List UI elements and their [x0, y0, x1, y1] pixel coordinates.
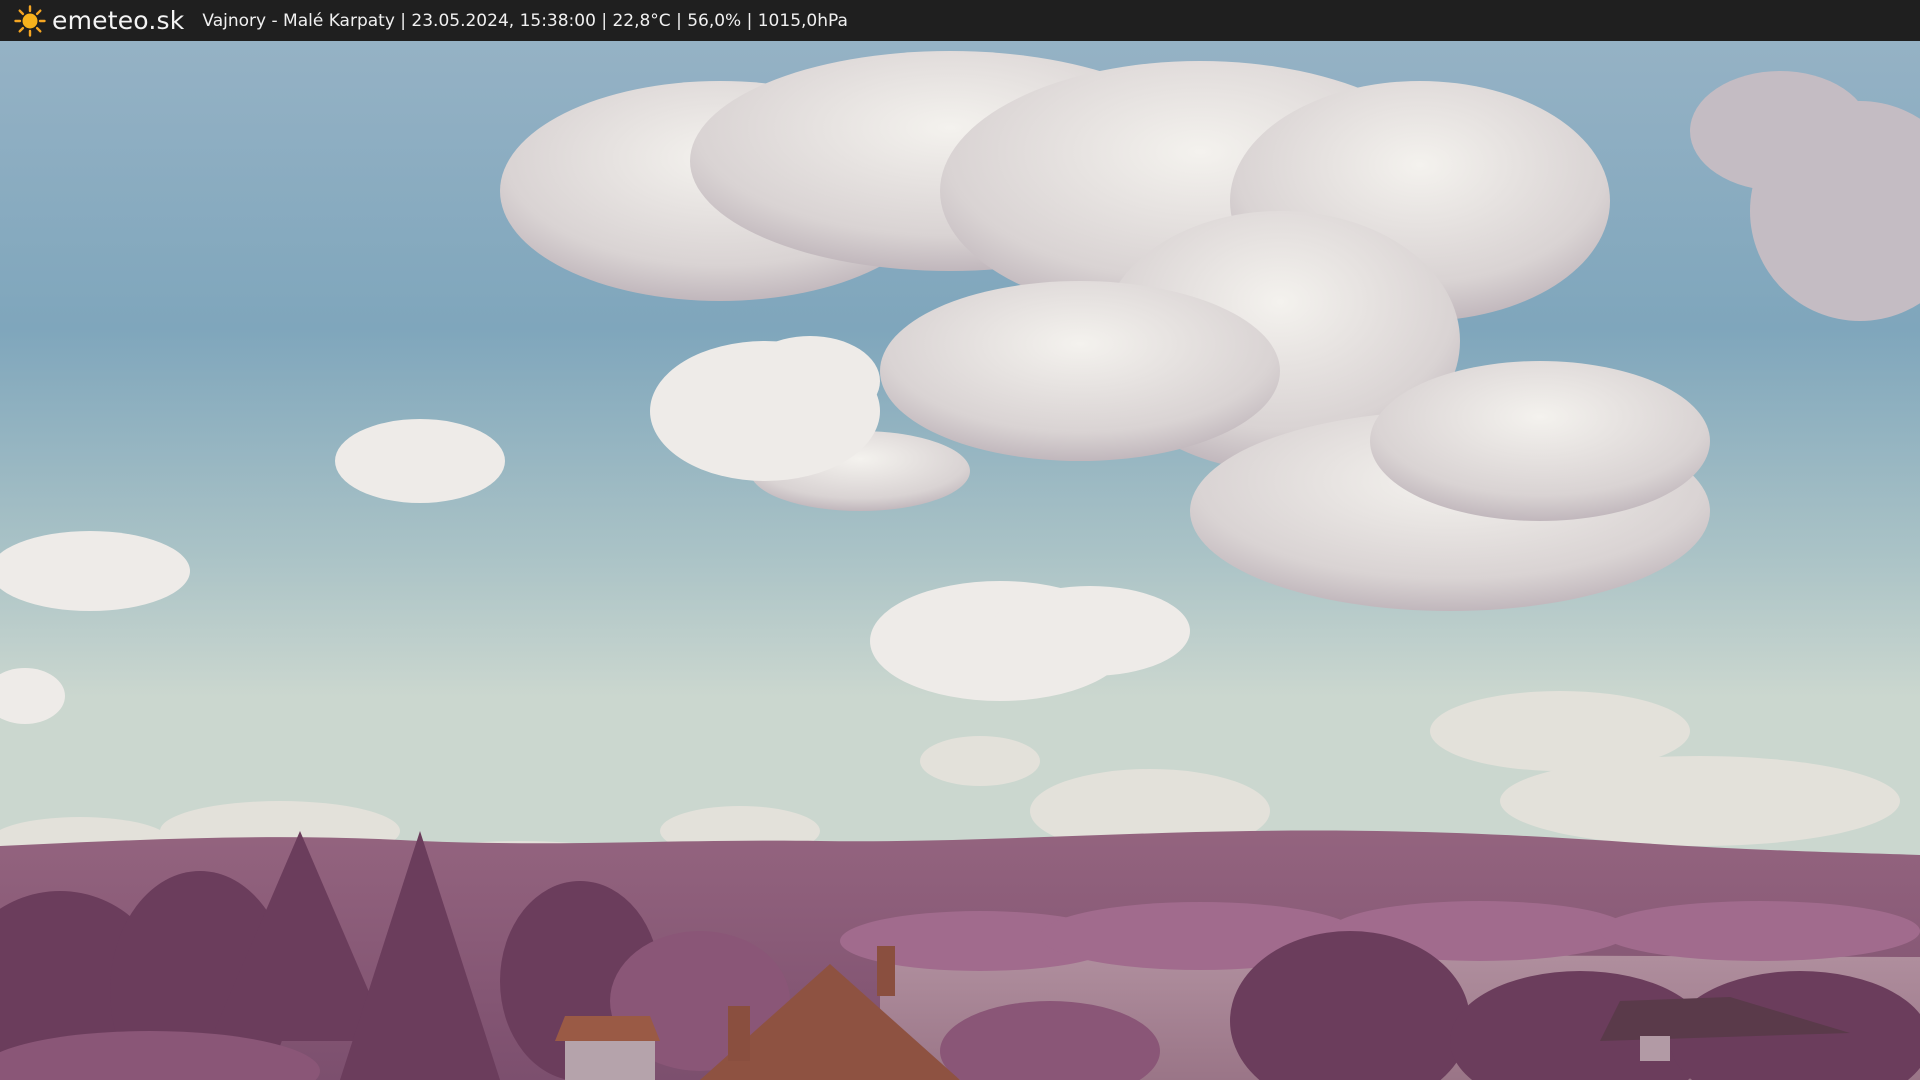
- station-info: Vajnory - Malé Karpaty | 23.05.2024, 15:…: [202, 10, 848, 31]
- sun-icon: [14, 4, 46, 37]
- logo[interactable]: emeteo.sk: [14, 4, 185, 37]
- webcam-image: [0, 41, 1920, 1080]
- top-bar: emeteo.sk Vajnory - Malé Karpaty | 23.05…: [0, 0, 1920, 41]
- brand-name: emeteo.sk: [52, 6, 185, 35]
- house-left: [555, 1016, 660, 1080]
